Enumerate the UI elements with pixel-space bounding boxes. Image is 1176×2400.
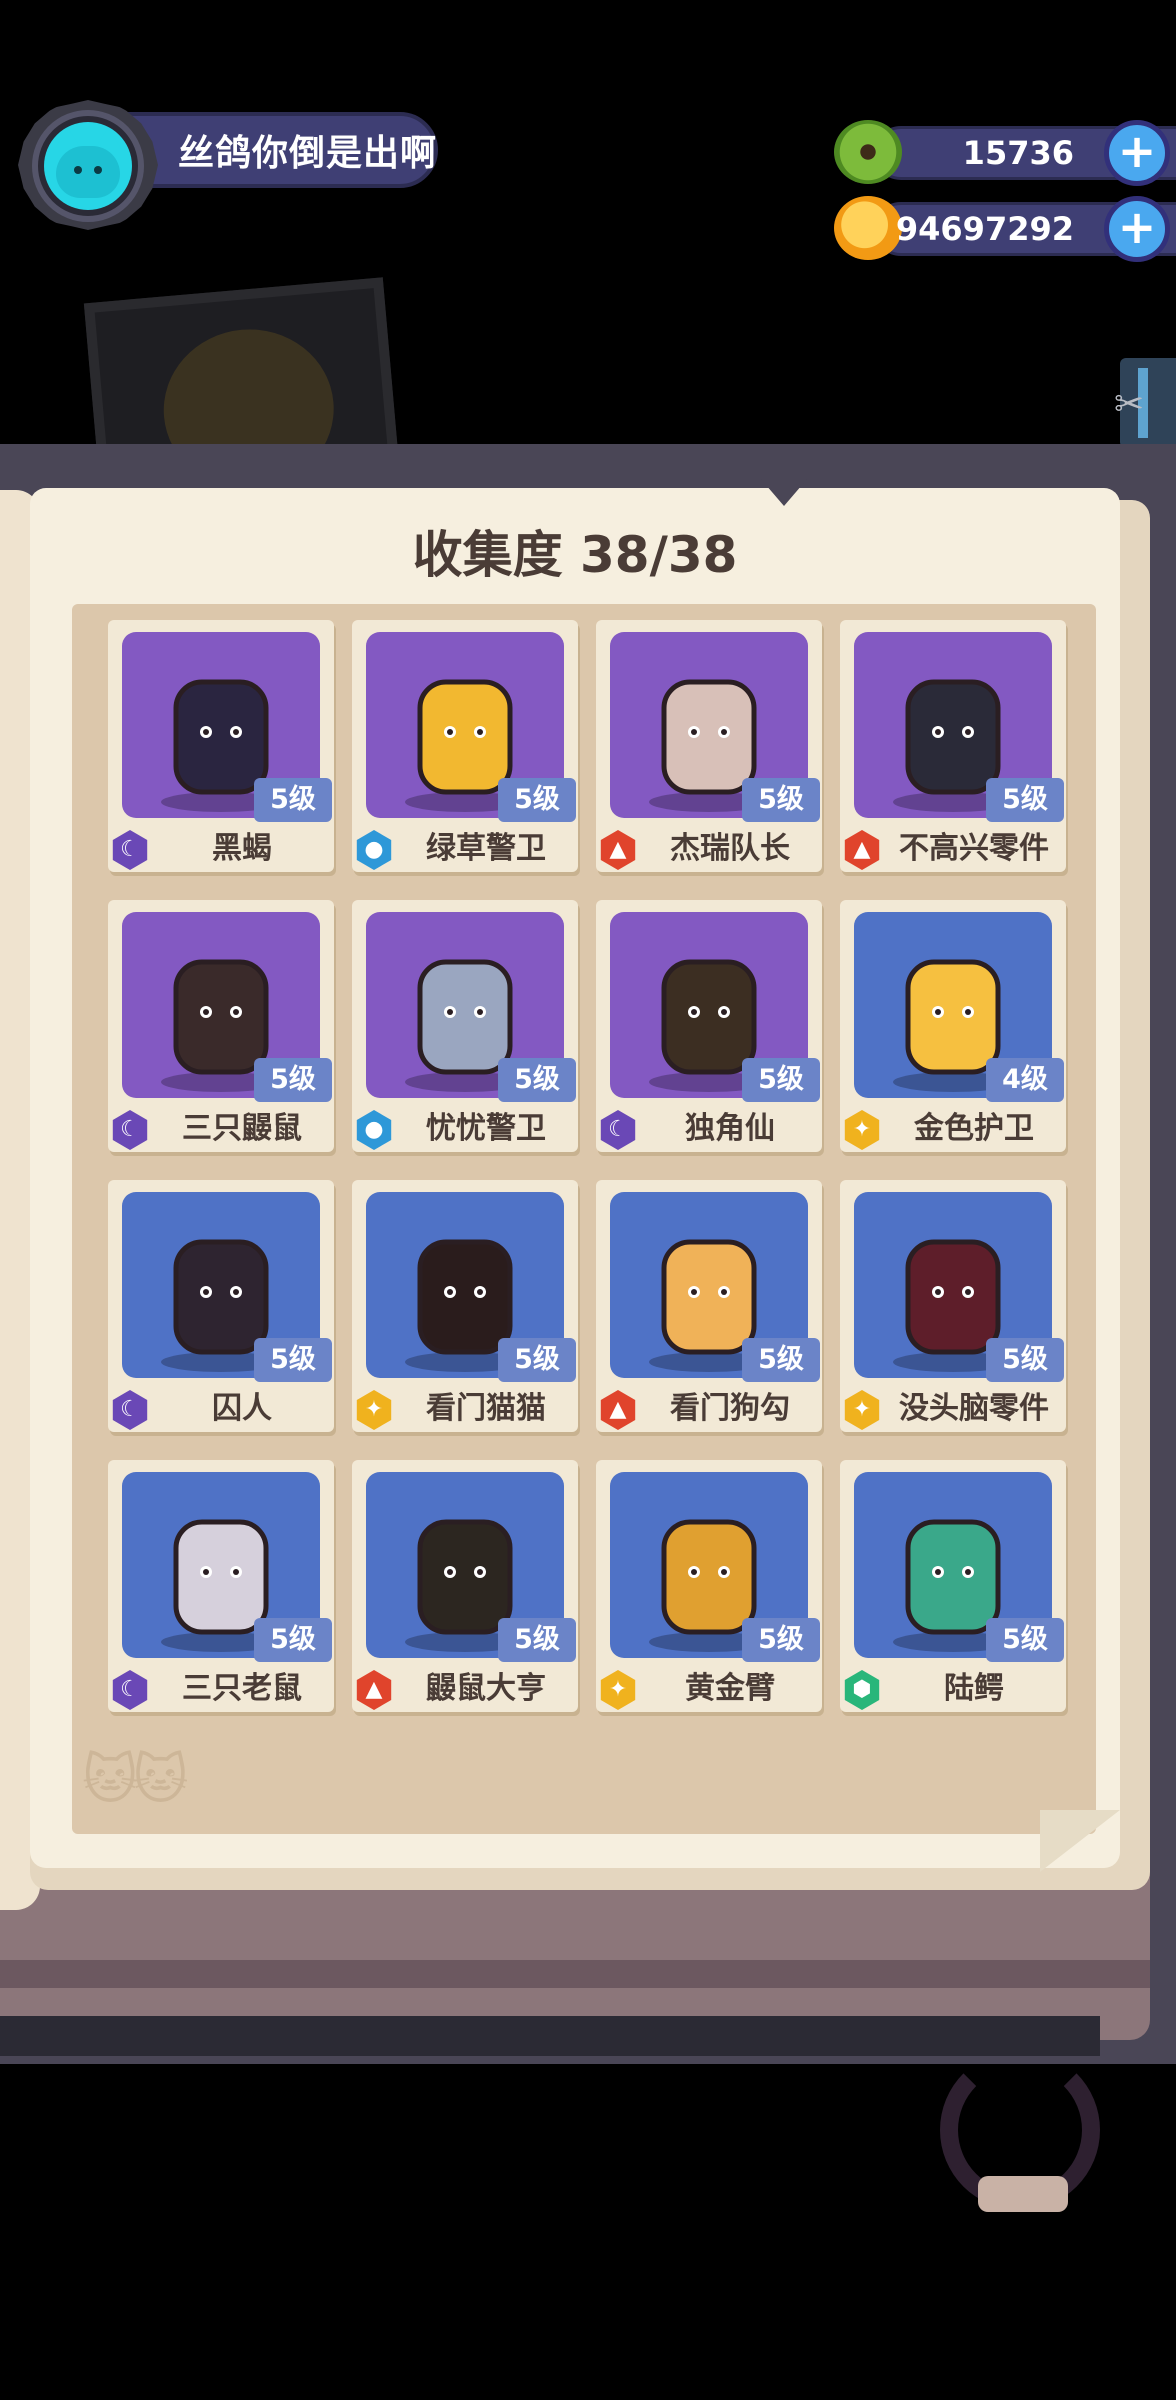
card-level-badge: 5级	[986, 1618, 1064, 1662]
collection-card[interactable]: 5级 ☾ 三只老鼠	[108, 1460, 334, 1712]
collection-card[interactable]: 5级 ● 绿草警卫	[352, 620, 578, 872]
card-level-badge: 5级	[498, 1338, 576, 1382]
card-name: 忧忧警卫	[426, 1111, 546, 1146]
card-level-badge: 5级	[498, 1058, 576, 1102]
add-donut-button[interactable]: +	[1104, 120, 1170, 186]
collection-card[interactable]: 5级 ☾ 独角仙	[596, 900, 822, 1152]
card-level-badge: 5级	[742, 1058, 820, 1102]
player-profile[interactable]: 丝鸽你倒是出啊	[18, 100, 438, 230]
card-name: 囚人	[212, 1391, 272, 1426]
card-level-badge: 5级	[986, 778, 1064, 822]
collection-card[interactable]: 4级 ✦ 金色护卫	[840, 900, 1066, 1152]
card-name: 独角仙	[685, 1111, 775, 1146]
collection-card[interactable]: 5级 ✦ 没头脑零件	[840, 1180, 1066, 1432]
card-name: 鼹鼠大亨	[426, 1671, 546, 1706]
card-level-badge: 5级	[254, 1058, 332, 1102]
card-name: 三只鼹鼠	[182, 1111, 302, 1146]
collection-card[interactable]: 5级 ⬢ 陆鳄	[840, 1460, 1066, 1712]
card-level-badge: 5级	[986, 1338, 1064, 1382]
card-level-badge: 5级	[742, 1338, 820, 1382]
donut-amount: 15736	[962, 134, 1074, 172]
card-name: 看门狗勾	[670, 1391, 790, 1426]
card-name: 杰瑞队长	[670, 831, 790, 866]
card-level-badge: 5级	[498, 1618, 576, 1662]
card-name: 三只老鼠	[182, 1671, 302, 1706]
card-name: 金色护卫	[914, 1111, 1034, 1146]
card-name: 看门猫猫	[426, 1391, 546, 1426]
planet-coin-icon	[834, 196, 902, 260]
player-name: 丝鸽你倒是出啊	[178, 133, 438, 174]
scissors-icon: ✂	[1114, 384, 1145, 425]
coin-amount: 94697292	[895, 210, 1074, 248]
bookmark-tab	[760, 478, 808, 506]
paperclip-decoration: ✂	[1114, 358, 1176, 448]
card-name: 黄金臂	[685, 1671, 775, 1706]
collection-card[interactable]: 5级 ✦ 黄金臂	[596, 1460, 822, 1712]
card-name: 黑蝎	[212, 831, 272, 866]
card-level-badge: 5级	[742, 778, 820, 822]
donut-currency-bar: 15736 +	[834, 120, 1176, 186]
card-name: 不高兴零件	[899, 831, 1049, 866]
cat-watermark-icon: 🐱🐱	[82, 1748, 189, 1811]
collection-card[interactable]: 5级 ☾ 黑蝎	[108, 620, 334, 872]
card-name: 绿草警卫	[426, 831, 546, 866]
collection-card[interactable]: 5级 ▲ 鼹鼠大亨	[352, 1460, 578, 1712]
collection-card[interactable]: 5级 ● 忧忧警卫	[352, 900, 578, 1152]
card-level-badge: 4级	[986, 1058, 1064, 1102]
add-coin-button[interactable]: +	[1104, 196, 1170, 262]
collection-card[interactable]: 5级 ✦ 看门猫猫	[352, 1180, 578, 1432]
card-name: 没头脑零件	[899, 1391, 1049, 1426]
coin-currency-bar: 94697292 +	[834, 196, 1176, 262]
card-level-badge: 5级	[254, 778, 332, 822]
donut-icon	[834, 120, 902, 184]
book-strap	[940, 2050, 1100, 2212]
collection-card[interactable]: 5级 ☾ 囚人	[108, 1180, 334, 1432]
card-level-badge: 5级	[254, 1338, 332, 1382]
card-level-badge: 5级	[498, 778, 576, 822]
collection-title: 收集度 38/38	[412, 526, 738, 584]
cat-avatar-icon[interactable]	[44, 122, 132, 210]
card-level-badge: 5级	[254, 1618, 332, 1662]
collection-card[interactable]: 5级 ▲ 杰瑞队长	[596, 620, 822, 872]
card-level-badge: 5级	[742, 1618, 820, 1662]
collection-card[interactable]: 5级 ☾ 三只鼹鼠	[108, 900, 334, 1152]
card-name: 陆鳄	[944, 1671, 1004, 1706]
collection-card[interactable]: 5级 ▲ 不高兴零件	[840, 620, 1066, 872]
collection-card[interactable]: 5级 ▲ 看门狗勾	[596, 1180, 822, 1432]
